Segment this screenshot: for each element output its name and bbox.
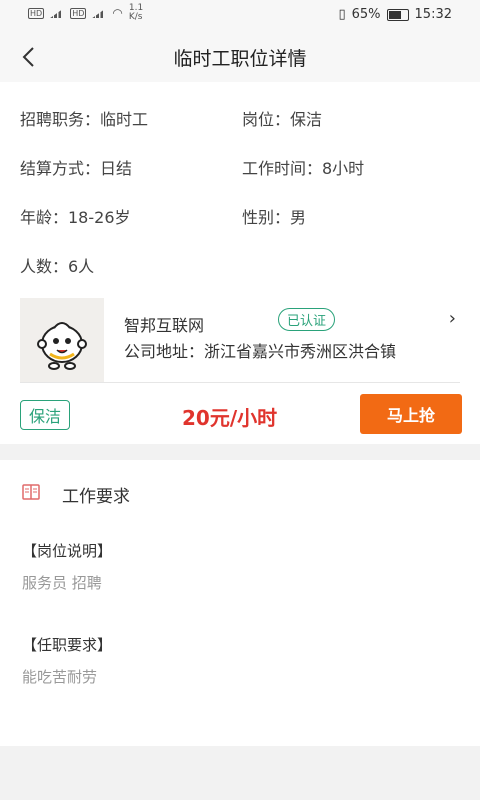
hd-icon-2: HD [70, 7, 87, 19]
company-row[interactable]: 智邦互联网 已认证 › 公司地址：浙江省嘉兴市秀洲区洪合镇 [20, 298, 460, 382]
hd-icon: HD [28, 7, 45, 19]
company-address: 公司地址：浙江省嘉兴市秀洲区洪合镇 [124, 342, 397, 361]
clock: 15:32 [414, 7, 452, 22]
company-logo [20, 298, 104, 382]
work-time: 工作时间：8小时 [242, 159, 365, 178]
page-title: 临时工职位详情 [173, 48, 307, 70]
mascot-icon [37, 322, 87, 370]
divider [20, 382, 460, 383]
age-range: 年龄：18-26岁 [20, 208, 131, 227]
job-card: 招聘职务：临时工 岗位：保洁 结算方式：日结 工作时间：8小时 年龄：18-26… [0, 82, 480, 444]
status-left: HD HD ◠ 1.1 K/s [28, 4, 143, 22]
signal-icon [50, 8, 65, 18]
settlement: 结算方式：日结 [20, 159, 133, 178]
duty-text: 服务员 招聘 [22, 574, 102, 592]
job-tag: 保洁 [20, 400, 71, 430]
status-right: ▯ 65% 15:32 [338, 7, 452, 22]
requirement-text: 能吃苦耐劳 [22, 668, 98, 686]
post: 岗位：保洁 [242, 110, 323, 129]
salary: 20元/小时 [182, 406, 278, 430]
verified-badge: 已认证 [278, 308, 336, 331]
app-header: 临时工职位详情 [0, 32, 480, 82]
company-name: 智邦互联网 [124, 316, 205, 335]
book-icon [22, 484, 40, 500]
status-bar: HD HD ◠ 1.1 K/s ▯ 65% 15:32 [0, 0, 480, 32]
net-speed: 1.1 K/s [128, 3, 144, 22]
wifi-icon: ◠ [112, 6, 123, 20]
battery-percent: 65% [351, 7, 381, 22]
vibrate-icon: ▯ [338, 7, 346, 22]
position-type: 招聘职务：临时工 [20, 110, 149, 129]
requirements-section: 工作要求 【岗位说明】 服务员 招聘 【任职要求】 能吃苦耐劳 [0, 460, 480, 746]
chevron-right-icon: › [448, 308, 456, 329]
gender: 性别：男 [242, 208, 307, 227]
headcount: 人数：6人 [20, 257, 95, 276]
battery-icon [386, 8, 409, 21]
grab-button[interactable]: 马上抢 [360, 394, 462, 434]
duty-label: 【岗位说明】 [22, 542, 113, 560]
requirement-label: 【任职要求】 [22, 636, 113, 654]
requirements-title: 工作要求 [62, 487, 130, 507]
signal-icon-2 [92, 8, 107, 18]
